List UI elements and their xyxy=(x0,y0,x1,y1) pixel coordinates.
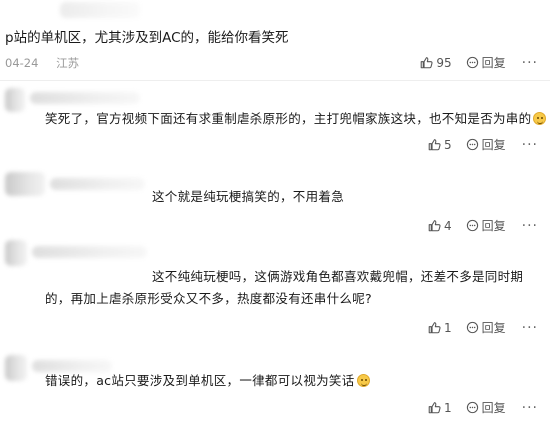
reply-bubble-icon xyxy=(466,321,478,334)
blurred-header-area xyxy=(60,2,140,18)
more-options-button[interactable]: ··· xyxy=(522,56,538,70)
reply-label: 回复 xyxy=(481,138,506,152)
reply-actions: 1 回复 ··· xyxy=(414,319,538,336)
like-count: 1 xyxy=(443,320,452,335)
reply-button[interactable]: 回复 xyxy=(466,136,506,153)
reply-button[interactable]: 回复 xyxy=(466,319,506,336)
reply-label: 回复 xyxy=(481,219,506,233)
reply-actions: 1 回复 ··· xyxy=(414,399,538,416)
username xyxy=(50,178,145,190)
username xyxy=(30,92,140,104)
avatar xyxy=(5,355,27,381)
reply-text: 这个就是纯玩梗搞笑的，不用着急 xyxy=(152,189,345,204)
laughing-emoji-icon xyxy=(533,112,547,125)
more-options-button[interactable]: ··· xyxy=(522,219,538,233)
thumbs-up-icon xyxy=(421,57,433,69)
username xyxy=(32,246,147,258)
avatar xyxy=(5,240,27,266)
reply-label: 回复 xyxy=(481,401,506,415)
reply-text-line-2: 的，再加上虐杀原形受众又不多，热度都没有还串什么呢? xyxy=(45,291,372,306)
reply-actions: 5 回复 ··· xyxy=(414,136,538,153)
reply-bubble-icon xyxy=(466,56,478,69)
like-count: 4 xyxy=(443,218,452,233)
more-options-button[interactable]: ··· xyxy=(522,401,538,415)
like-button[interactable]: 1 xyxy=(428,401,452,415)
more-options-button[interactable]: ··· xyxy=(522,321,538,335)
like-button[interactable]: 4 xyxy=(428,219,452,233)
avatar xyxy=(5,88,25,112)
more-options-button[interactable]: ··· xyxy=(522,138,538,152)
like-count: 5 xyxy=(443,137,452,152)
reply-text: 错误的，ac站只要涉及到单机区，一律都可以视为笑话 xyxy=(45,370,370,392)
comment-meta: 04-24 江苏 xyxy=(5,55,93,71)
thumbs-up-icon xyxy=(428,402,441,414)
reply-bubble-icon xyxy=(466,138,478,151)
reply-button[interactable]: 回复 xyxy=(466,399,506,416)
reply-label: 回复 xyxy=(481,321,506,335)
like-count: 1 xyxy=(443,400,452,415)
like-button[interactable]: 5 xyxy=(428,138,452,152)
comment-text: p站的单机区，尤其涉及到AC的，能给你看笑死 xyxy=(5,30,289,46)
reply-bubble-icon xyxy=(466,219,478,232)
comment-date: 04-24 xyxy=(5,56,39,70)
avatar xyxy=(5,172,45,196)
reply-button[interactable]: 回复 xyxy=(466,54,506,71)
like-button[interactable]: 95 xyxy=(420,55,452,70)
thumbs-up-icon xyxy=(428,220,441,232)
laughing-emoji-icon xyxy=(356,374,370,387)
like-count: 95 xyxy=(436,55,452,70)
reply-text: 笑死了，官方视频下面还有求重制虐杀原形的，主打兜帽家族这块，也不知是否为串的 xyxy=(45,108,547,130)
reply-label: 回复 xyxy=(481,56,506,70)
reply-text-line-1: 这不纯纯玩梗吗，这俩游戏角色都喜欢戴兜帽，还差不多是同时期 xyxy=(152,269,524,284)
divider xyxy=(0,80,550,81)
reply-bubble-icon xyxy=(466,401,478,414)
thumbs-up-icon xyxy=(428,139,441,151)
reply-button[interactable]: 回复 xyxy=(466,217,506,234)
thumbs-up-icon xyxy=(428,322,441,334)
reply-actions: 4 回复 ··· xyxy=(414,217,538,234)
comment-location: 江苏 xyxy=(56,56,80,70)
like-button[interactable]: 1 xyxy=(428,321,452,335)
comment-actions: 95 回复 ··· xyxy=(406,54,538,71)
